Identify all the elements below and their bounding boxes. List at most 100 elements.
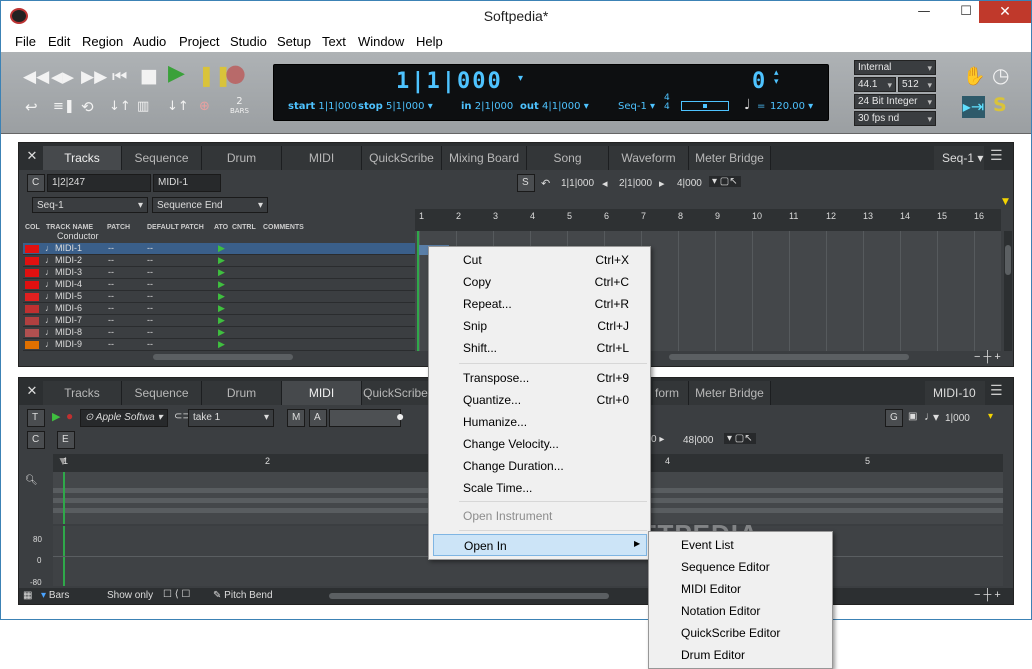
menu-item-transpose[interactable]: Transpose... Ctrl+9 bbox=[433, 367, 647, 389]
track-name[interactable]: MIDI-3 bbox=[55, 267, 82, 277]
clock-source-select[interactable]: Internal bbox=[854, 60, 936, 75]
tab-tracks[interactable]: Tracks bbox=[43, 146, 122, 170]
midi-panel-menu-icon[interactable]: ☰ bbox=[990, 383, 1003, 399]
track-name[interactable]: MIDI-9 bbox=[55, 339, 82, 349]
menu-item-quantize[interactable]: Quantize... Ctrl+0 bbox=[433, 389, 647, 411]
track-default-patch[interactable]: -- bbox=[147, 303, 153, 313]
midi-track-select[interactable]: MIDI-10 ▾ bbox=[925, 381, 985, 424]
mute-button[interactable]: M bbox=[287, 409, 305, 427]
conductor-track[interactable]: Conductor bbox=[57, 231, 99, 241]
zoom-icon[interactable]: 🔍︎ bbox=[25, 475, 38, 486]
ato-play-icon[interactable]: ▶ bbox=[218, 291, 225, 302]
grid-vertical-scrollbar[interactable] bbox=[1004, 231, 1012, 351]
menu-edit[interactable]: Edit bbox=[48, 34, 70, 49]
grid-horizontal-scrollbar[interactable] bbox=[669, 354, 909, 360]
play-icon[interactable]: ▶ bbox=[168, 63, 185, 85]
menu-item-repeat[interactable]: Repeat... Ctrl+R bbox=[433, 293, 647, 315]
go-to-start-icon[interactable]: ⏮ bbox=[112, 68, 127, 86]
bars-countoff-icon[interactable]: 2 BARS bbox=[230, 97, 249, 116]
submenu-item-sequence-editor[interactable]: Sequence Editor bbox=[681, 556, 770, 578]
track-row[interactable]: ♩ MIDI-1 -- -- ▶ bbox=[23, 243, 415, 255]
track-name[interactable]: MIDI-6 bbox=[55, 303, 82, 313]
close-midi-panel-icon[interactable]: ✕ bbox=[23, 382, 41, 402]
stop-icon[interactable]: ■ bbox=[140, 67, 158, 86]
tab-drum-bottom[interactable]: Drum bbox=[202, 381, 282, 405]
track-default-patch[interactable]: -- bbox=[147, 255, 153, 265]
ato-play-icon[interactable]: ▶ bbox=[218, 339, 225, 350]
tab-meter-bridge-bottom[interactable]: Meter Bridge bbox=[689, 381, 771, 405]
track-name[interactable]: MIDI-4 bbox=[55, 279, 82, 289]
tab-drum[interactable]: Drum bbox=[202, 146, 282, 170]
track-patch[interactable]: -- bbox=[108, 279, 114, 289]
clock-icon[interactable]: ◷ bbox=[992, 65, 1009, 85]
menu-region[interactable]: Region bbox=[82, 34, 123, 49]
track-name-field[interactable]: MIDI-1 bbox=[153, 174, 221, 192]
meter-display[interactable]: 44 bbox=[664, 94, 670, 112]
track-row[interactable]: ♩ MIDI-9 -- -- ▶ bbox=[23, 339, 415, 351]
menu-project[interactable]: Project bbox=[179, 34, 219, 49]
counter-spinner-icon[interactable]: ▴ ▾ bbox=[774, 69, 779, 87]
track-color-swatch[interactable] bbox=[25, 329, 39, 337]
track-name[interactable]: MIDI-8 bbox=[55, 327, 82, 337]
loop-mid-value[interactable]: 2|1|000 bbox=[619, 178, 652, 189]
track-default-patch[interactable]: -- bbox=[147, 339, 153, 349]
position-bar[interactable] bbox=[681, 101, 729, 111]
submenu-item-event-list[interactable]: Event List bbox=[681, 534, 734, 556]
in-value[interactable]: 2|1|000 bbox=[475, 101, 514, 112]
main-counter[interactable]: 1|1|000 bbox=[396, 69, 503, 94]
panel-sequence-select[interactable]: Seq-1 ▾ bbox=[934, 146, 984, 170]
track-default-patch[interactable]: -- bbox=[147, 327, 153, 337]
studio-icon[interactable]: S bbox=[993, 96, 1007, 115]
automation-button[interactable]: A bbox=[309, 409, 327, 427]
auto-rewind-icon[interactable]: ↓↑ bbox=[109, 98, 131, 116]
s-button[interactable]: S bbox=[517, 174, 535, 192]
ato-play-icon[interactable]: ▶ bbox=[218, 243, 225, 254]
show-only-checkbox[interactable]: ☐ ⟨ ☐ bbox=[163, 589, 190, 600]
menu-file[interactable]: File bbox=[15, 34, 36, 49]
out-value[interactable]: 4|1|000 bbox=[542, 101, 581, 112]
ato-play-icon[interactable]: ▶ bbox=[218, 279, 225, 290]
menu-item-shift[interactable]: Shift... Ctrl+L bbox=[433, 337, 647, 359]
menu-window[interactable]: Window bbox=[358, 34, 404, 49]
c-button-bottom[interactable]: C bbox=[27, 431, 45, 449]
secondary-counter[interactable]: 0 bbox=[752, 69, 765, 94]
menu-audio[interactable]: Audio bbox=[133, 34, 166, 49]
track-color-swatch[interactable] bbox=[25, 317, 39, 325]
track-default-patch[interactable]: -- bbox=[147, 267, 153, 277]
tab-sequence[interactable]: Sequence bbox=[122, 146, 202, 170]
take-select[interactable]: take 1 ▾ bbox=[188, 409, 274, 427]
midi-zoom-controls-icon[interactable]: − ┼ + bbox=[974, 589, 1001, 601]
volume-slider[interactable] bbox=[329, 409, 401, 427]
track-name[interactable]: MIDI-7 bbox=[55, 315, 82, 325]
track-patch[interactable]: -- bbox=[108, 291, 114, 301]
undo-icon[interactable]: ↶ bbox=[541, 177, 550, 190]
ato-play-icon[interactable]: ▶ bbox=[218, 327, 225, 338]
sync-icon[interactable]: ▸⇥ bbox=[962, 96, 985, 118]
count-in-icon[interactable]: ↓↑ bbox=[167, 98, 189, 116]
track-default-patch[interactable]: -- bbox=[147, 279, 153, 289]
position-right-value[interactable]: 1|000 bbox=[945, 413, 970, 424]
stop-value[interactable]: 5|1|000 bbox=[386, 101, 425, 112]
track-list-scrollbar[interactable] bbox=[153, 354, 293, 360]
play-track-icon[interactable]: ▶ bbox=[52, 410, 60, 423]
pitch-bend-toggle[interactable]: ✎ Pitch Bend bbox=[213, 590, 273, 601]
track-default-patch[interactable]: -- bbox=[147, 315, 153, 325]
g-button[interactable]: G bbox=[885, 409, 903, 427]
rewind-icon[interactable]: ◀◀ bbox=[23, 68, 49, 86]
track-patch[interactable]: -- bbox=[108, 327, 114, 337]
sequence-end-dropdown[interactable]: Sequence End ▾ bbox=[152, 197, 268, 213]
position-mid-value[interactable]: 48|000 bbox=[683, 435, 713, 446]
track-name[interactable]: MIDI-2 bbox=[55, 255, 82, 265]
record-icon[interactable]: ● bbox=[225, 61, 246, 85]
menu-item-open-in[interactable]: Open In bbox=[433, 534, 647, 556]
track-row[interactable]: ♩ MIDI-7 -- -- ▶ bbox=[23, 315, 415, 327]
menu-item-change-duration[interactable]: Change Duration... bbox=[433, 455, 647, 477]
sequence-dropdown[interactable]: Seq-1 ▾ bbox=[32, 197, 148, 213]
track-patch[interactable]: -- bbox=[108, 243, 114, 253]
ato-play-icon[interactable]: ▶ bbox=[218, 267, 225, 278]
track-name[interactable]: MIDI-1 bbox=[55, 243, 82, 253]
start-value[interactable]: 1|1|000 bbox=[318, 101, 357, 112]
track-default-patch[interactable]: -- bbox=[147, 291, 153, 301]
zoom-controls-icon[interactable]: − ┼ + bbox=[974, 351, 1001, 363]
menu-help[interactable]: Help bbox=[416, 34, 443, 49]
